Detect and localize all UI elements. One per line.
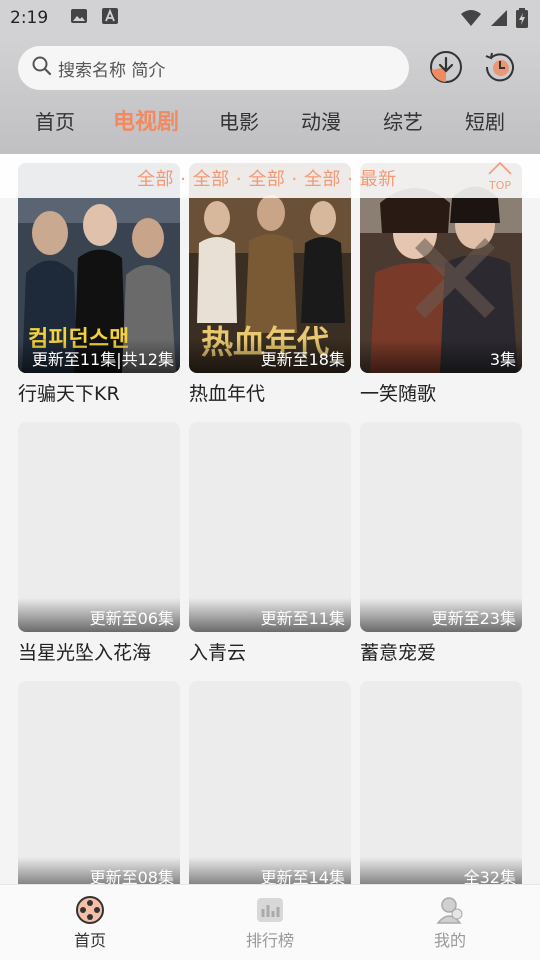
tab-short-drama[interactable]: 短剧 [445,106,525,135]
user-icon [436,897,463,924]
episode-badge: 更新至18集 [189,339,351,373]
arrow-up-icon [488,161,512,175]
poster-image: 全32集 [360,681,522,884]
show-card[interactable]: 全32集 [360,681,522,884]
episode-badge: 更新至08集 [18,857,180,884]
chart-icon [257,898,283,922]
history-button[interactable] [483,50,517,84]
download-button[interactable] [429,50,463,84]
film-reel-icon [76,896,104,924]
status-bar: 2:19 [0,0,540,36]
episode-badge: 3集 [360,339,522,373]
show-title: 热血年代 [189,383,266,405]
category-tabs: 首页 电视剧 电影 动漫 综艺 短剧 [0,106,540,138]
scroll-top-button[interactable]: TOP [484,160,516,192]
show-title: 行骗天下KR [18,383,120,405]
poster-image: 更新至08集 [18,681,180,884]
nav-home-label: 首页 [73,931,106,950]
history-icon [485,52,514,82]
download-icon [430,51,462,83]
tab-home[interactable]: 首页 [15,106,95,135]
tab-anime[interactable]: 动漫 [281,106,361,135]
search-placeholder: 搜索名称 简介 [58,60,166,81]
show-card[interactable]: 更新至08集 [18,681,180,884]
status-time: 2:19 [10,8,49,28]
search-input[interactable]: 搜索名称 简介 [18,46,409,90]
show-title: 当星光坠入花海 [18,642,152,664]
episode-badge: 更新至11集|共12集 [18,339,180,373]
image-icon [70,8,88,29]
font-icon [102,7,119,29]
tab-movies[interactable]: 电影 [199,106,279,135]
tab-tv-series[interactable]: 电视剧 [106,104,186,136]
episode-badge: 全32集 [360,857,522,884]
wifi-icon [460,9,482,32]
top-label: TOP [488,179,511,192]
show-card[interactable]: 컴피던스맨 更新至11集|共12集 行骗天下KR [18,163,180,406]
show-title: 一笑随歌 [360,383,437,405]
header: 搜索名称 简介 首页 电视剧 电影 动漫 综艺 短剧 [0,36,540,154]
show-title: 蓄意宠爱 [360,642,437,664]
battery-icon [516,8,528,33]
show-card[interactable]: 更新至23集 蓄意宠爱 [360,422,522,665]
signal-icon [490,9,508,32]
show-card[interactable]: 更新至14集 [189,681,351,884]
poster-image: 更新至06集 [18,422,180,632]
nav-ranking[interactable]: 排行榜 [220,895,320,951]
show-card[interactable]: 更新至06集 当星光坠入花海 [18,422,180,665]
poster-image: 更新至23集 [360,422,522,632]
show-card[interactable]: 热血年代 更新至18集 热血年代 [189,163,351,406]
nav-ranking-label: 排行榜 [245,931,294,950]
episode-badge: 更新至11集 [189,598,351,632]
show-card[interactable]: 更新至11集 入青云 [189,422,351,665]
content-grid: 全部 · 全部 · 全部 · 全部 · 最新 TOP 컴피던스맨 更新至11集|… [0,154,540,884]
episode-badge: 更新至14集 [189,857,351,884]
poster-image: 更新至11集 [189,422,351,632]
nav-profile[interactable]: 我的 [400,895,500,951]
episode-badge: 更新至23集 [360,598,522,632]
bottom-nav: 首页 排行榜 我的 [0,884,540,960]
poster-image: 更新至14集 [189,681,351,884]
filter-summary[interactable]: 全部 · 全部 · 全部 · 全部 · 最新 [137,165,397,191]
nav-home[interactable]: 首页 [40,895,140,951]
search-icon [32,56,58,81]
show-title: 入青云 [189,642,247,664]
nav-profile-label: 我的 [433,931,466,950]
tab-variety[interactable]: 综艺 [363,106,443,135]
show-card[interactable]: 3集 一笑随歌 [360,163,522,406]
filter-bar: 全部 · 全部 · 全部 · 全部 · 最新 TOP [0,154,540,198]
episode-badge: 更新至06集 [18,598,180,632]
